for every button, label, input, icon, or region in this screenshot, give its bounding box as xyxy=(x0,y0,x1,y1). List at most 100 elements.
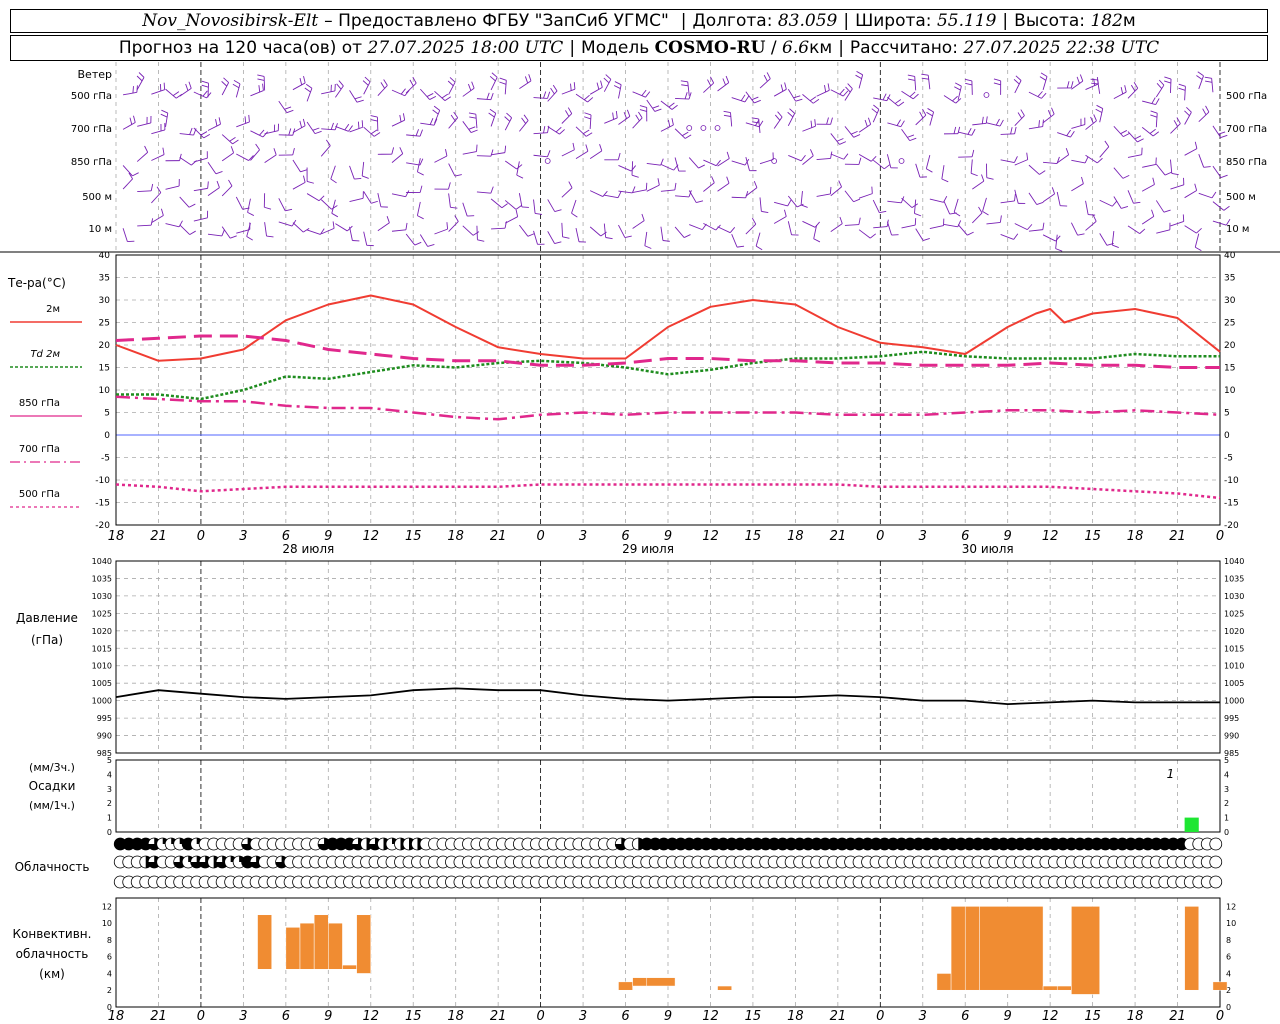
wind-level-label-right: 500 гПа xyxy=(1226,91,1267,102)
wind-barb-feather xyxy=(215,119,218,127)
wind-barb xyxy=(207,123,221,131)
wind-barb xyxy=(292,159,301,173)
wind-barb xyxy=(703,82,714,93)
wind-barb xyxy=(589,114,592,129)
wind-barb-feather xyxy=(981,116,984,124)
wind-barb-feather xyxy=(206,92,212,99)
wind-barb-feather xyxy=(726,151,730,159)
wind-barb-feather xyxy=(657,178,660,186)
wind-barb xyxy=(631,161,634,176)
wind-barb-feather xyxy=(926,168,933,173)
wind-barb-feather xyxy=(399,114,402,122)
wind-barb-feather xyxy=(405,222,408,230)
wind-barb xyxy=(151,192,162,204)
pres-axis-label: Давление xyxy=(16,611,78,625)
wind-barb-feather xyxy=(354,178,362,180)
wind-barb xyxy=(632,91,646,98)
wind-barb-feather xyxy=(1152,177,1155,185)
wind-barb xyxy=(972,180,985,190)
wind-barb-feather xyxy=(927,108,934,113)
wind-barb xyxy=(1099,108,1104,123)
wind-barb-feather xyxy=(264,206,272,210)
wind-barb-feather xyxy=(652,105,660,109)
wind-barb xyxy=(137,190,152,193)
wind-barb xyxy=(151,154,165,161)
wind-barb-feather xyxy=(617,152,621,160)
prec-y-tick-right: 2 xyxy=(1224,799,1229,808)
wind-barb-feather xyxy=(631,174,639,178)
pres-y-tick-left: 1005 xyxy=(92,679,112,688)
conv-y-tick-right: 8 xyxy=(1226,936,1231,945)
wind-barb-feather xyxy=(774,114,781,121)
wind-barb-feather xyxy=(292,148,295,156)
wind-barb-feather xyxy=(223,77,229,83)
wind-barb xyxy=(363,191,372,204)
wind-barb-feather xyxy=(417,171,424,176)
wind-barb-feather xyxy=(1149,128,1156,134)
wind-barb-feather xyxy=(469,116,477,119)
wind-barb-feather xyxy=(800,154,806,162)
wind-barb xyxy=(416,201,421,216)
temp-y-tick-left: 30 xyxy=(99,296,111,306)
prec-y-tick-right: 0 xyxy=(1224,828,1229,837)
wind-barb-feather xyxy=(754,99,761,104)
wind-barb-feather xyxy=(1196,228,1202,234)
wind-barb-feather xyxy=(1104,140,1110,147)
wind-barb-feather xyxy=(1013,233,1019,240)
wind-barb-feather xyxy=(528,74,532,81)
wind-barb-feather xyxy=(402,113,406,121)
wind-barb-feather xyxy=(446,222,449,230)
wind-barb-feather xyxy=(543,126,546,134)
wind-barb-feather xyxy=(853,134,861,138)
wind-barb-feather xyxy=(585,144,589,152)
wind-barb-feather xyxy=(839,88,845,95)
wind-barb xyxy=(589,190,604,197)
wind-barb-feather xyxy=(547,150,551,157)
wind-barb-feather xyxy=(1186,107,1192,113)
wind-barb xyxy=(491,227,506,230)
wind-barb-feather xyxy=(1014,193,1016,201)
wind-barb-feather xyxy=(684,92,688,100)
convective-bar xyxy=(299,922,315,970)
day-label: 28 июля xyxy=(282,542,334,556)
conv-y-tick-right: 12 xyxy=(1226,902,1236,911)
wind-barb-feather xyxy=(427,244,435,247)
wind-barb-feather xyxy=(228,179,233,187)
wind-barb xyxy=(1184,86,1186,101)
cloud-symbol xyxy=(1209,855,1223,869)
wind-barb-feather xyxy=(572,142,575,150)
wind-barb-feather xyxy=(246,236,253,241)
wind-barb-feather xyxy=(896,119,901,126)
wind-barb-feather xyxy=(486,92,490,100)
wind-barb xyxy=(533,230,538,245)
x-tick-label-bottom: 12 xyxy=(1042,1009,1059,1024)
convective-bar xyxy=(285,927,301,970)
wind-barb-feather xyxy=(300,169,308,173)
wind-barb xyxy=(179,196,190,208)
x-tick-label: 0 xyxy=(1216,529,1224,544)
wind-barb-feather xyxy=(258,85,261,93)
wind-barb-feather xyxy=(829,186,832,194)
wind-barb xyxy=(1212,125,1222,138)
wind-barb xyxy=(1155,113,1158,128)
wind-barb xyxy=(644,231,648,246)
wind-barb xyxy=(858,229,871,239)
wind-barb-feather xyxy=(201,84,209,88)
wind-barb xyxy=(941,165,945,180)
wind-barb xyxy=(703,223,716,231)
wind-barb-feather xyxy=(954,82,962,87)
wind-barb-feather xyxy=(559,129,565,135)
wind-barb xyxy=(391,229,406,232)
wind-barb-feather xyxy=(441,93,449,99)
wind-barb-feather xyxy=(644,245,652,249)
x-tick-label-bottom: 12 xyxy=(362,1009,379,1024)
wind-barb xyxy=(122,122,136,130)
wind-barb xyxy=(363,231,368,246)
conv-y-tick-left: 6 xyxy=(107,953,112,962)
wind-barb-feather xyxy=(567,107,573,114)
wind-barb-feather xyxy=(172,91,180,96)
wind-barb xyxy=(915,163,921,178)
wind-barb xyxy=(929,111,935,126)
wind-barb-feather xyxy=(515,209,519,217)
wind-barb-feather xyxy=(1051,187,1056,195)
